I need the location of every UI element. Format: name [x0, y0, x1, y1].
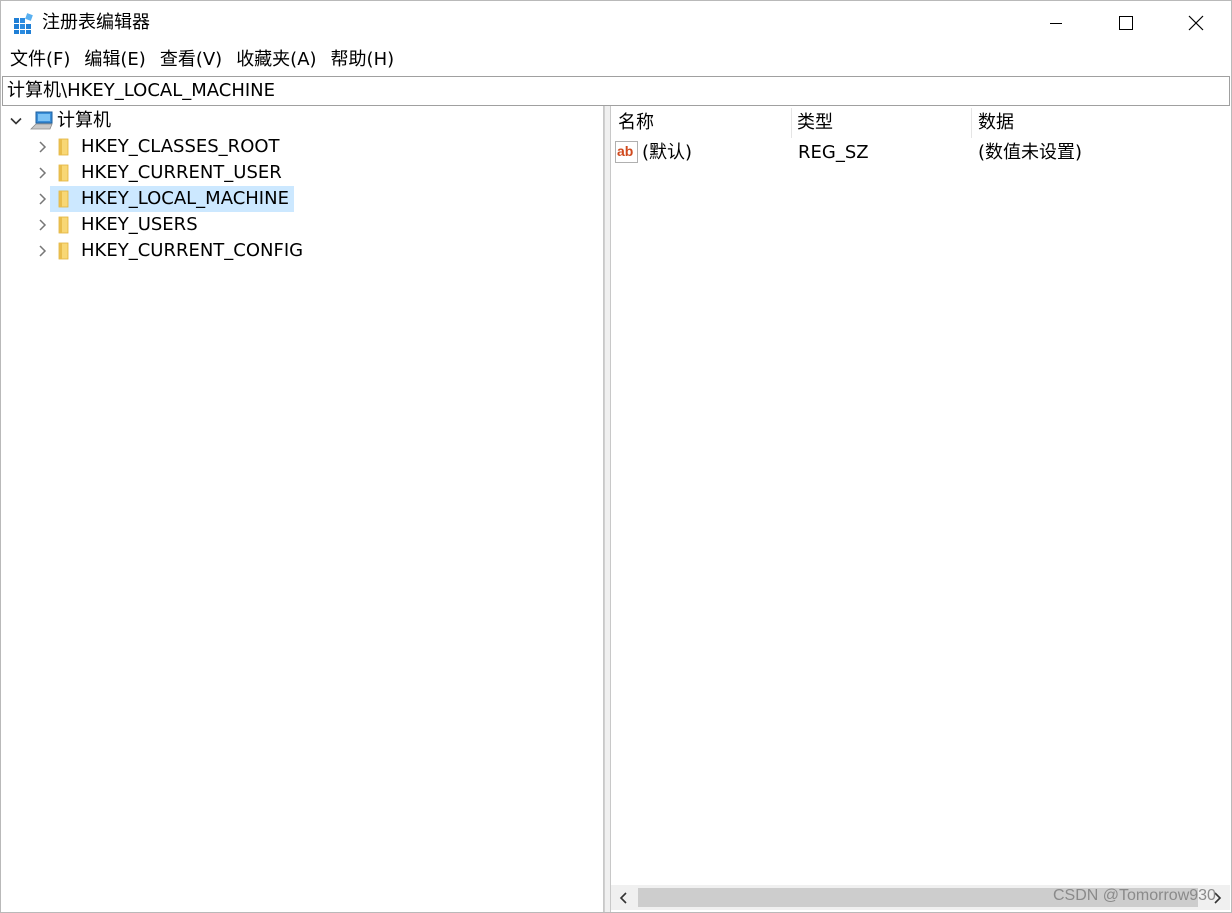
string-value-icon: ab: [615, 141, 638, 163]
computer-icon: [30, 111, 53, 130]
tree-item-computer[interactable]: 计算机: [8, 108, 114, 134]
tree-label: HKEY_CURRENT_CONFIG: [81, 240, 304, 261]
chevron-right-icon[interactable]: [34, 191, 50, 207]
folder-icon: [58, 190, 69, 208]
column-divider[interactable]: [971, 108, 972, 138]
list-header: 名称 类型 数据: [611, 106, 1230, 140]
tree-pane[interactable]: 计算机 HKEY_CLASSES_ROOT HKEY_CURRENT_USER: [2, 106, 604, 912]
tree-item-hkey-current-config[interactable]: HKEY_CURRENT_CONFIG: [34, 238, 308, 264]
tree-label: HKEY_CURRENT_USER: [81, 162, 282, 183]
svg-text:ab: ab: [617, 143, 633, 159]
tree-label: HKEY_CLASSES_ROOT: [81, 136, 280, 157]
tree-item-hkey-classes-root[interactable]: HKEY_CLASSES_ROOT: [34, 134, 285, 160]
folder-icon: [58, 164, 69, 182]
chevron-down-icon[interactable]: [8, 113, 24, 129]
registry-editor-window: 注册表编辑器 文件(F) 编辑(E) 查看(V) 收藏夹(A) 帮助(H) 计算…: [0, 0, 1232, 913]
menu-file[interactable]: 文件(F): [3, 46, 77, 74]
minimize-icon: [1050, 23, 1062, 24]
minimize-button[interactable]: [1021, 1, 1091, 45]
scroll-left-button[interactable]: [611, 885, 637, 910]
address-path[interactable]: 计算机\HKEY_LOCAL_MACHINE: [7, 79, 275, 103]
value-type: REG_SZ: [798, 142, 869, 163]
close-icon: [1188, 15, 1204, 31]
pane-splitter[interactable]: [604, 106, 611, 912]
column-header-type[interactable]: 类型: [797, 111, 833, 135]
watermark: CSDN @Tomorrow930: [1053, 887, 1216, 904]
column-header-data[interactable]: 数据: [978, 111, 1014, 135]
folder-icon: [58, 216, 69, 234]
chevron-right-icon[interactable]: [34, 243, 50, 259]
tree-label: HKEY_USERS: [81, 214, 198, 235]
address-bar[interactable]: 计算机\HKEY_LOCAL_MACHINE: [2, 76, 1230, 106]
values-list-pane[interactable]: 名称 类型 数据 ab (默认) REG_SZ (数值未设置): [611, 106, 1230, 912]
tree-label-computer: 计算机: [57, 110, 111, 131]
folder-icon: [58, 242, 69, 260]
menu-edit[interactable]: 编辑(E): [77, 46, 152, 74]
menu-view[interactable]: 查看(V): [153, 46, 229, 74]
maximize-button[interactable]: [1091, 1, 1161, 45]
chevron-right-icon[interactable]: [34, 165, 50, 181]
tree-item-hkey-users[interactable]: HKEY_USERS: [34, 212, 203, 238]
title-bar[interactable]: 注册表编辑器: [1, 1, 1231, 45]
chevron-right-icon[interactable]: [34, 217, 50, 233]
regedit-app-icon: [14, 13, 33, 34]
column-divider[interactable]: [791, 108, 792, 138]
menu-help[interactable]: 帮助(H): [324, 46, 402, 74]
maximize-icon: [1119, 16, 1133, 30]
chevron-left-icon: [619, 891, 627, 904]
tree-label: HKEY_LOCAL_MACHINE: [81, 188, 289, 209]
folder-icon: [58, 138, 69, 156]
window-title: 注册表编辑器: [42, 12, 150, 33]
value-name: (默认): [642, 142, 693, 163]
tree-item-hkey-local-machine[interactable]: HKEY_LOCAL_MACHINE: [34, 186, 294, 212]
column-header-name[interactable]: 名称: [618, 111, 654, 135]
value-data: (数值未设置): [978, 142, 1083, 163]
chevron-right-icon[interactable]: [34, 139, 50, 155]
menu-favorites[interactable]: 收藏夹(A): [229, 46, 323, 74]
list-item[interactable]: ab (默认) REG_SZ (数值未设置): [611, 140, 1230, 166]
tree-item-hkey-current-user[interactable]: HKEY_CURRENT_USER: [34, 160, 287, 186]
close-button[interactable]: [1161, 1, 1231, 45]
menu-bar: 文件(F) 编辑(E) 查看(V) 收藏夹(A) 帮助(H): [1, 45, 1231, 75]
